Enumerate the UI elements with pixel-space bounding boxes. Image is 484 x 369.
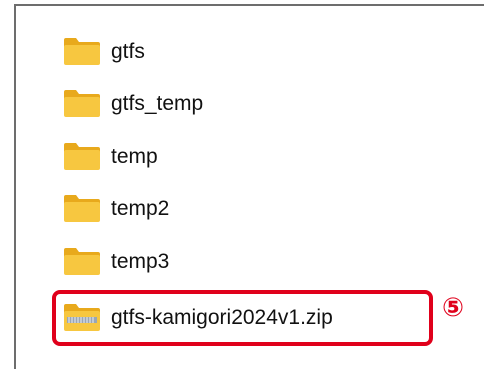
explorer-window: gtfs gtfs_temp temp temp2 temp3 gtfs-kam…	[0, 0, 484, 369]
file-item-gtfs-temp[interactable]: gtfs_temp	[63, 86, 203, 120]
file-item-label: temp	[111, 144, 158, 168]
file-item-label: temp2	[111, 196, 170, 220]
file-item-label: temp3	[111, 249, 170, 273]
file-item-temp[interactable]: temp	[63, 139, 158, 173]
folder-icon	[63, 193, 101, 223]
file-item-label: gtfs_temp	[111, 91, 204, 115]
file-item-label: gtfs	[111, 39, 145, 63]
folder-icon	[63, 246, 101, 276]
file-item-gtfs[interactable]: gtfs	[63, 34, 145, 68]
folder-icon	[63, 141, 101, 171]
folder-icon	[63, 88, 101, 118]
file-item-temp2[interactable]: temp2	[63, 191, 169, 225]
folder-icon	[63, 36, 101, 66]
highlight-box	[52, 290, 433, 346]
file-item-temp3[interactable]: temp3	[63, 244, 169, 278]
step-marker: ⑤	[442, 293, 465, 323]
